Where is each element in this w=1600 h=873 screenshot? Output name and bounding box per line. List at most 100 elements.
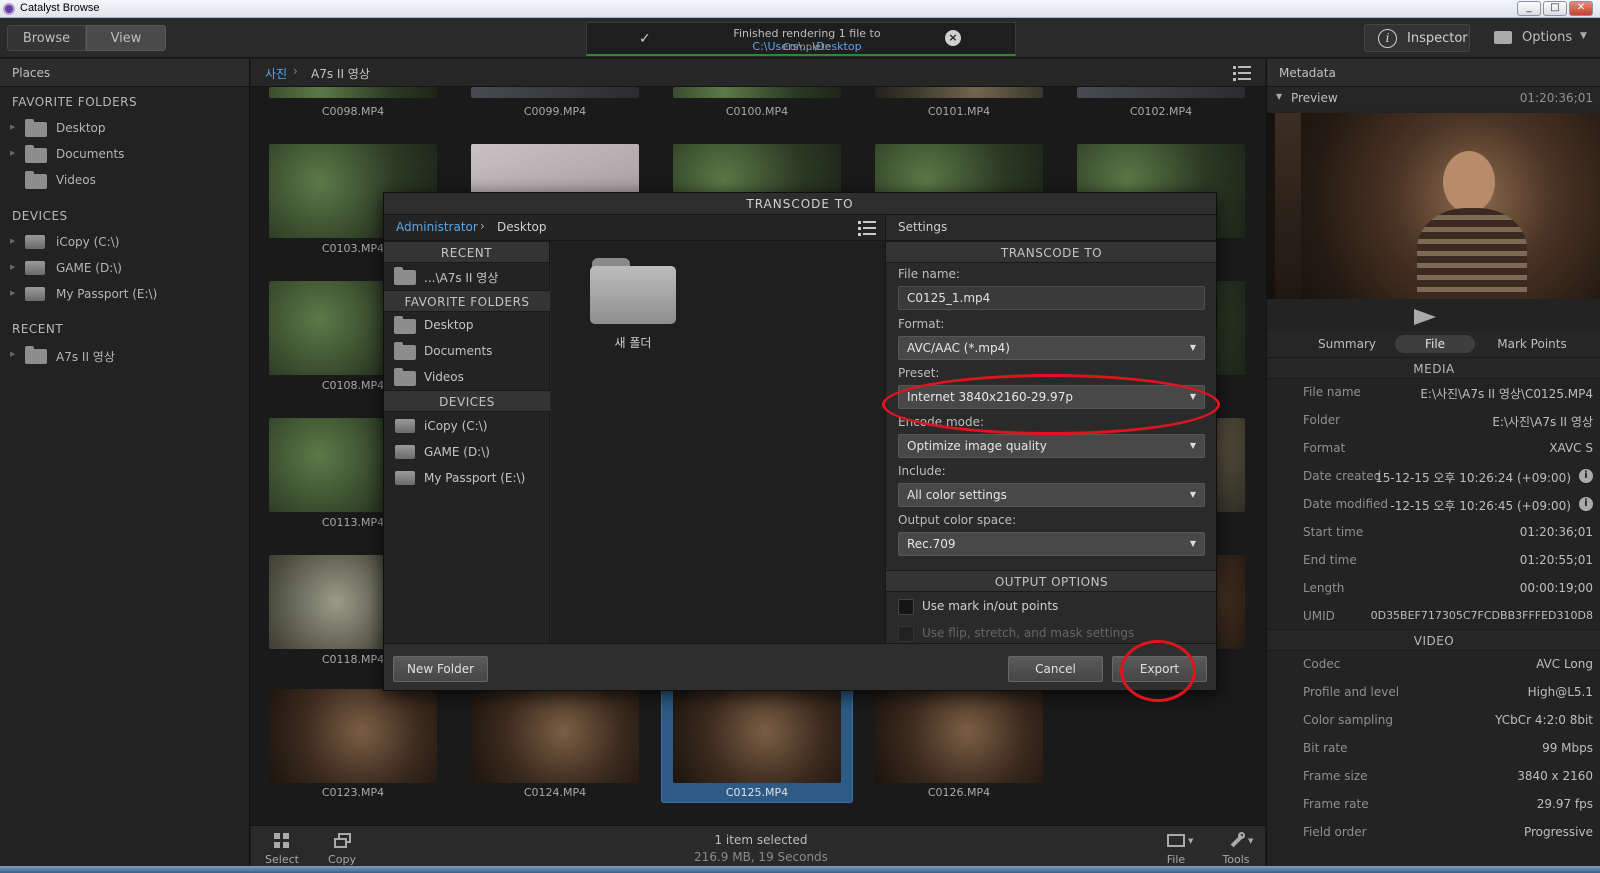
recent-heading: RECENT	[12, 322, 64, 336]
expand-arrow-icon[interactable]: ▶	[10, 350, 15, 358]
dialog-device-e[interactable]: My Passport (E:\)	[384, 466, 550, 492]
selection-size: 216.9 MB, 19 Seconds	[694, 850, 828, 864]
dialog-device-d[interactable]: GAME (D:\)	[384, 440, 550, 466]
clip-thumbnail[interactable]	[471, 87, 639, 98]
place-label: Desktop	[424, 318, 474, 332]
device-item-c[interactable]: ▶ iCopy (C:\)	[0, 230, 250, 256]
folder-item-new[interactable]: 새 폴더	[590, 252, 678, 350]
dialog-device-c[interactable]: iCopy (C:\)	[384, 414, 550, 440]
recent-item[interactable]: ▶ A7s II 영상	[0, 343, 250, 369]
close-notification-icon[interactable]: ×	[945, 30, 961, 46]
dialog-favorites-heading: FAVORITE FOLDERS	[384, 290, 550, 312]
breadcrumb-administrator-link[interactable]: Administrator	[396, 220, 478, 234]
large-folder-icon	[590, 266, 676, 324]
play-icon[interactable]	[1414, 309, 1436, 325]
dialog-breadcrumb: Administrator › Desktop	[384, 215, 884, 241]
clip-label: C0100.MP4	[725, 105, 789, 118]
breadcrumb-root-link[interactable]: 사진	[265, 65, 287, 82]
file-menu-button[interactable]: ▼ File	[1151, 832, 1201, 866]
tools-menu-button[interactable]: ▼ Tools	[1211, 832, 1261, 866]
breadcrumb-separator-icon: ›	[480, 219, 485, 233]
list-view-icon[interactable]	[858, 220, 876, 236]
expand-arrow-icon[interactable]: ▶	[10, 289, 15, 297]
meta-row-codec: Codec AVC Long	[1303, 657, 1593, 671]
clip-label: C0123.MP4	[321, 786, 385, 799]
view-mode-button[interactable]: View	[86, 25, 166, 51]
browse-mode-button[interactable]: Browse	[7, 25, 86, 51]
tab-summary[interactable]: Summary	[1297, 335, 1397, 353]
clip-thumbnail[interactable]	[875, 87, 1043, 98]
options-button[interactable]: Options ▼	[1488, 24, 1594, 52]
inspector-label: Inspector	[1407, 31, 1468, 46]
chevron-down-icon: ▼	[1189, 343, 1196, 352]
clip-thumbnail-selected[interactable]	[673, 689, 841, 783]
list-view-icon[interactable]	[1233, 65, 1251, 81]
mark-points-checkbox[interactable]	[898, 599, 914, 615]
copy-icon	[332, 832, 352, 850]
preset-label: Preset:	[898, 366, 940, 380]
dialog-fav-videos[interactable]: Videos	[384, 365, 550, 391]
tools-label: Tools	[1222, 853, 1250, 866]
clip-label-selected: C0125.MP4	[725, 786, 789, 799]
include-select[interactable]: All color settings ▼	[898, 483, 1205, 507]
notification-status: Complete	[782, 42, 832, 53]
flip-stretch-checkbox[interactable]	[898, 626, 914, 642]
expand-arrow-icon[interactable]: ▶	[10, 149, 15, 157]
film-strip-icon: ▼	[1166, 832, 1193, 850]
folder-icon	[394, 342, 416, 360]
tab-file[interactable]: File	[1395, 335, 1475, 353]
metadata-header: Metadata	[1267, 59, 1600, 87]
tab-mark-points[interactable]: Mark Points	[1477, 335, 1587, 353]
dialog-fav-desktop[interactable]: Desktop	[384, 313, 550, 339]
device-label: iCopy (C:\)	[56, 235, 120, 249]
dialog-recent-item[interactable]: ...\A7s II 영상	[384, 264, 550, 290]
device-label: GAME (D:\)	[56, 261, 122, 275]
inspector-button[interactable]: i Inspector	[1364, 24, 1470, 52]
expand-arrow-icon[interactable]: ▶	[10, 123, 15, 131]
checkmark-icon: ✓	[639, 31, 651, 47]
drive-icon	[25, 235, 45, 249]
os-taskbar	[0, 866, 1600, 873]
dialog-fav-documents[interactable]: Documents	[384, 339, 550, 365]
folder-icon	[25, 145, 47, 163]
info-icon[interactable]: i	[1579, 497, 1593, 511]
preview-section-header[interactable]: ▼ Preview 01:20:36;01	[1267, 87, 1600, 111]
clip-thumbnail[interactable]	[875, 689, 1043, 783]
clip-thumbnail[interactable]	[269, 87, 437, 98]
expand-arrow-icon[interactable]: ▶	[10, 237, 15, 245]
app-logo-icon	[3, 3, 15, 15]
preview-label: Preview	[1291, 91, 1338, 105]
place-item-desktop[interactable]: ▶ Desktop	[0, 116, 250, 142]
clip-thumbnail[interactable]	[1077, 87, 1245, 98]
expand-arrow-icon[interactable]: ▶	[10, 263, 15, 271]
device-item-e[interactable]: ▶ My Passport (E:\)	[0, 282, 250, 308]
cancel-button[interactable]: Cancel	[1008, 656, 1103, 682]
new-folder-button[interactable]: New Folder	[393, 656, 488, 682]
dialog-recent-heading: RECENT	[384, 241, 549, 263]
file-name-input[interactable]: C0125_1.mp4	[898, 286, 1205, 310]
device-item-d[interactable]: ▶ GAME (D:\)	[0, 256, 250, 282]
drive-icon	[395, 445, 415, 459]
copy-button[interactable]: Copy	[317, 832, 367, 866]
place-item-videos[interactable]: Videos	[0, 168, 250, 194]
minimize-button[interactable]: _	[1517, 1, 1541, 16]
clip-thumbnail[interactable]	[269, 689, 437, 783]
info-icon[interactable]: i	[1579, 469, 1593, 483]
maximize-button[interactable]: □	[1543, 1, 1567, 16]
place-item-documents[interactable]: ▶ Documents	[0, 142, 250, 168]
place-label: Desktop	[56, 121, 106, 135]
format-select[interactable]: AVC/AAC (*.mp4) ▼	[898, 336, 1205, 360]
drive-icon	[395, 471, 415, 485]
color-space-select[interactable]: Rec.709 ▼	[898, 532, 1205, 556]
clip-thumbnail[interactable]	[673, 87, 841, 98]
meta-row-umid: UMID 0D35BEF717305C7FCDBB3FFFED310D8	[1303, 609, 1593, 623]
meta-row-date-modified: Date modified -12-15 오후 10:26:45 (+09:00)…	[1267, 491, 1600, 519]
close-window-button[interactable]: ✕	[1569, 1, 1593, 16]
clip-thumbnail[interactable]	[471, 689, 639, 783]
settings-label: Settings	[898, 220, 948, 234]
select-button[interactable]: Select	[257, 832, 307, 866]
drive-icon	[25, 287, 45, 301]
mark-points-label: Use mark in/out points	[922, 599, 1059, 613]
folder-icon	[25, 346, 47, 364]
encode-mode-select[interactable]: Optimize image quality ▼	[898, 434, 1205, 458]
